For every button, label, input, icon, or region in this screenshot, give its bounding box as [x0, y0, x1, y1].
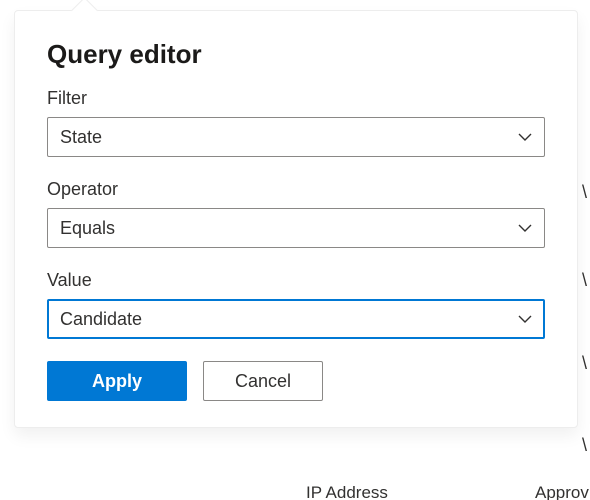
apply-button[interactable]: Apply: [47, 361, 187, 401]
query-editor-panel: Query editor Filter State Operator Equal…: [14, 10, 578, 428]
filter-select-value: State: [60, 127, 102, 148]
value-label: Value: [47, 270, 545, 291]
chevron-down-icon: [518, 130, 532, 144]
filter-label: Filter: [47, 88, 545, 109]
operator-select[interactable]: Equals: [47, 208, 545, 248]
background-column-approv: Approv: [535, 483, 589, 500]
panel-title: Query editor: [47, 39, 545, 70]
value-select-value: Candidate: [60, 309, 142, 330]
cancel-button[interactable]: Cancel: [203, 361, 323, 401]
bg-mark-3: \: [582, 353, 587, 374]
filter-field: Filter State: [47, 88, 545, 157]
chevron-down-icon: [518, 312, 532, 326]
operator-label: Operator: [47, 179, 545, 200]
filter-select[interactable]: State: [47, 117, 545, 157]
operator-select-value: Equals: [60, 218, 115, 239]
bg-mark-1: \: [582, 182, 587, 203]
value-select[interactable]: Candidate: [47, 299, 545, 339]
value-field: Value Candidate: [47, 270, 545, 339]
chevron-down-icon: [518, 221, 532, 235]
operator-field: Operator Equals: [47, 179, 545, 248]
background-column-ip: IP Address: [306, 483, 388, 500]
button-row: Apply Cancel: [47, 361, 545, 401]
bg-mark-2: \: [582, 270, 587, 291]
bg-mark-4: \: [582, 435, 587, 456]
